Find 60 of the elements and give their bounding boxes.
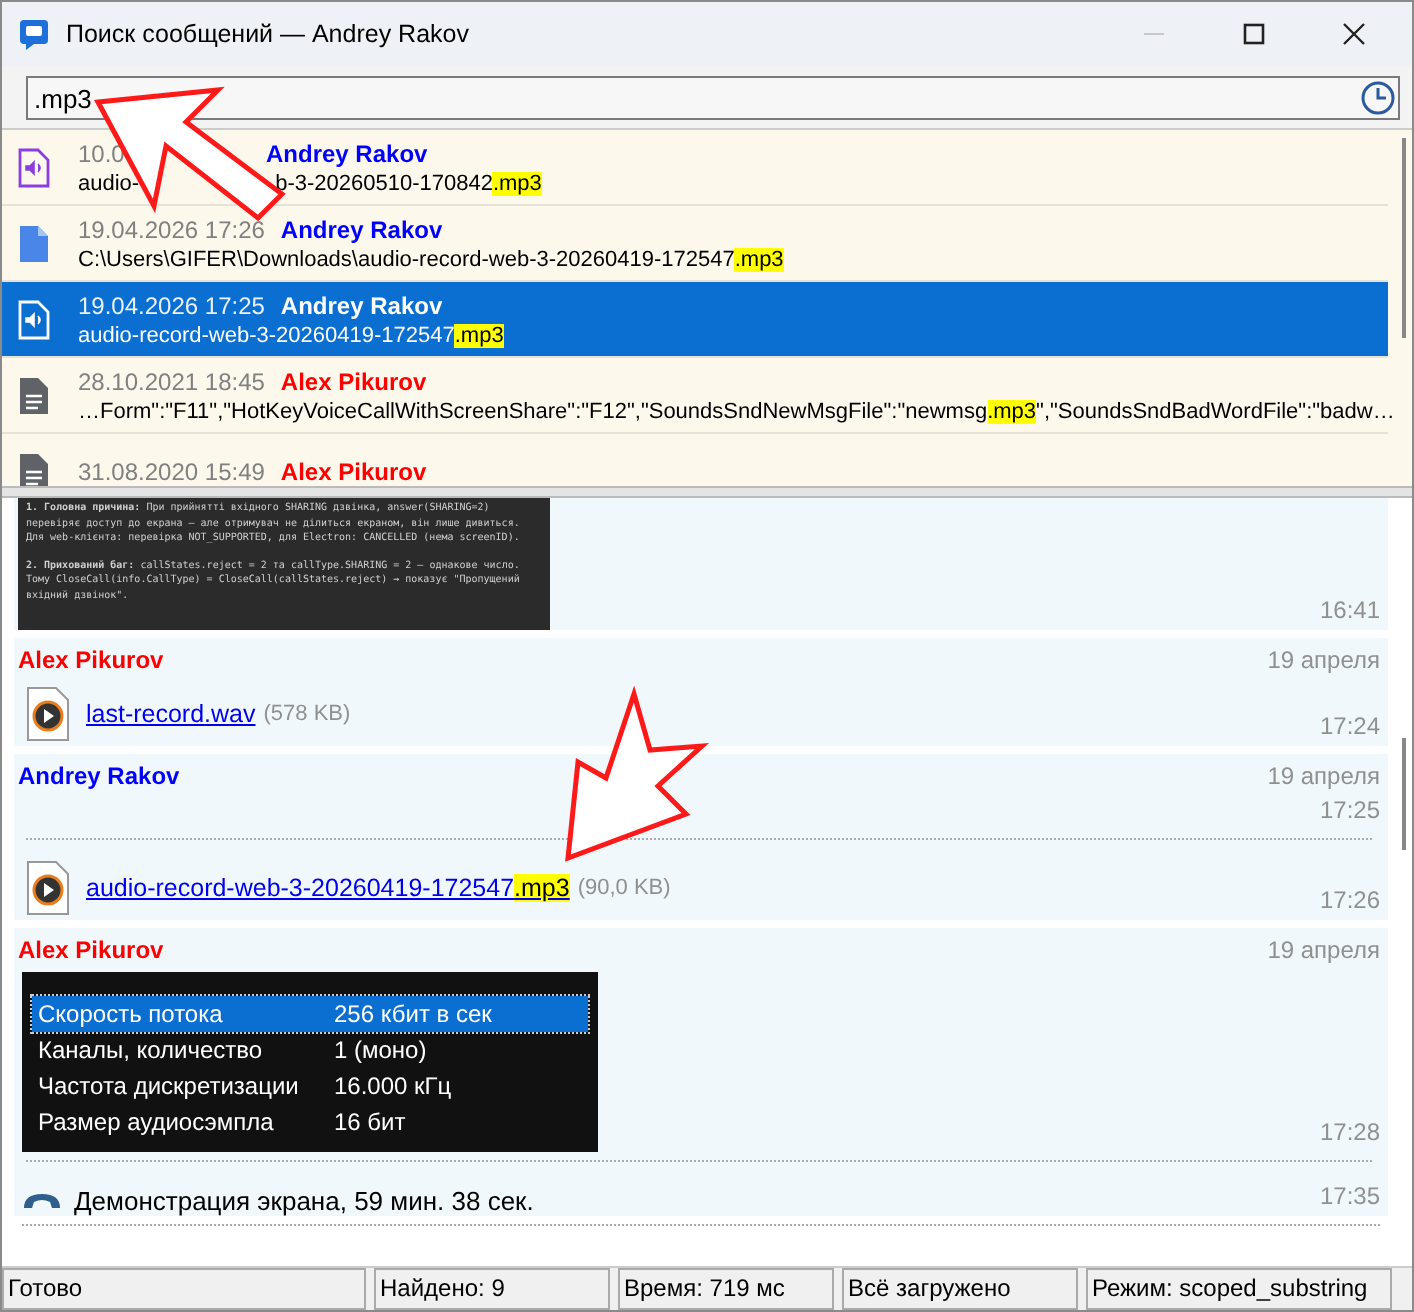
file-size: (578 KB) [263,702,351,726]
search-field[interactable]: .mp3 [26,76,1400,120]
clock-icon[interactable] [1360,80,1396,116]
property-label: Каналы, количество [38,1036,265,1064]
status-field: Время: 719 мс [618,1268,834,1310]
message-date: 19 апреля [1267,762,1380,790]
result-date: 31.08.2020 15:49 [78,457,265,485]
result-text: audio- [78,171,140,195]
media-file-icon [26,686,70,742]
result-author: Andrey Rakov [280,215,443,243]
phone-icon [22,1191,62,1211]
maximize-icon[interactable] [1242,22,1266,46]
window-title: Поиск сообщений — Andrey Rakov [66,20,469,48]
result-item[interactable]: 28.10.2021 18:45 Alex Pikurov …Form":"F11","HotKeyVoiceCallWithScreenShare":"F12","SoundsSndNewMsgFile":"newmsg.mp3","SoundsSndBadWordFile":"badw… [2,358,1388,434]
audio-file-icon [18,147,50,187]
property-label: Размер аудиосэмпла [38,1108,276,1136]
call-text: Демонстрация экрана, 59 мин. 38 сек. [74,1186,534,1216]
result-date: 19.04.2026 17:25 [78,291,265,319]
result-author: Andrey Rakov [280,291,443,319]
message-date: 19 апреля [1267,936,1380,964]
sender-name: Andrey Rakov [18,762,180,790]
file-size: (90,0 KB) [577,876,671,900]
result-text: C:\Users\GIFER\Downloads\audio-record-web-3-20260419-172547.mp3 [78,247,784,271]
file-link[interactable]: last-record.wav [86,700,256,728]
app-icon [18,18,50,50]
status-field: Готово [2,1268,366,1310]
message-date: 19 апреля [1267,646,1380,674]
status-field: Всё загружено [842,1268,1078,1310]
document-icon [18,375,50,415]
audio-file-icon [18,299,50,339]
close-icon[interactable] [1342,22,1366,46]
result-author: Alex Pikurov [280,367,427,395]
property-value: 1 (моно) [334,1036,427,1064]
result-item[interactable]: 19.04.2026 17:25 Andrey Rakov audio-record-web-3-20260419-172547.mp3 [2,282,1388,358]
result-author: Andrey Rakov [266,139,428,167]
property-value: 256 кбит в сек [334,1000,492,1028]
property-value: 16.000 кГц [334,1072,452,1100]
message-time: 17:25 [1319,796,1380,828]
message-time: 17:26 [1319,886,1380,918]
result-author: Alex Pikurov [280,457,427,485]
message-time: 17:35 [1319,1182,1380,1214]
result-text: audio-record-web-3-20260419-172547.mp3 [78,323,504,347]
sender-name: Alex Pikurov [18,936,164,964]
status-field: Найдено: 9 [374,1268,610,1310]
result-text: b-3-20260510-170842.mp3 [275,171,542,195]
message-time: 17:24 [1319,712,1380,744]
property-value: 16 бит [334,1108,406,1136]
media-file-icon [26,860,70,916]
result-date: 10.0 [78,139,127,167]
file-icon [18,223,50,263]
document-icon [18,451,50,486]
message-time: 17:28 [1319,1118,1380,1150]
property-label: Скорость потока [38,1000,225,1028]
result-date: 19.04.2026 17:26 [78,215,265,243]
file-link[interactable]: audio-record-web-3-20260419-172547.mp3 [86,874,570,902]
sender-name: Alex Pikurov [18,646,164,674]
status-field: Режим: scoped_substring [1086,1268,1392,1310]
result-date: 28.10.2021 18:45 [78,367,265,395]
message-time: 16:41 [1319,596,1380,628]
property-label: Частота дискретизации [38,1072,301,1100]
